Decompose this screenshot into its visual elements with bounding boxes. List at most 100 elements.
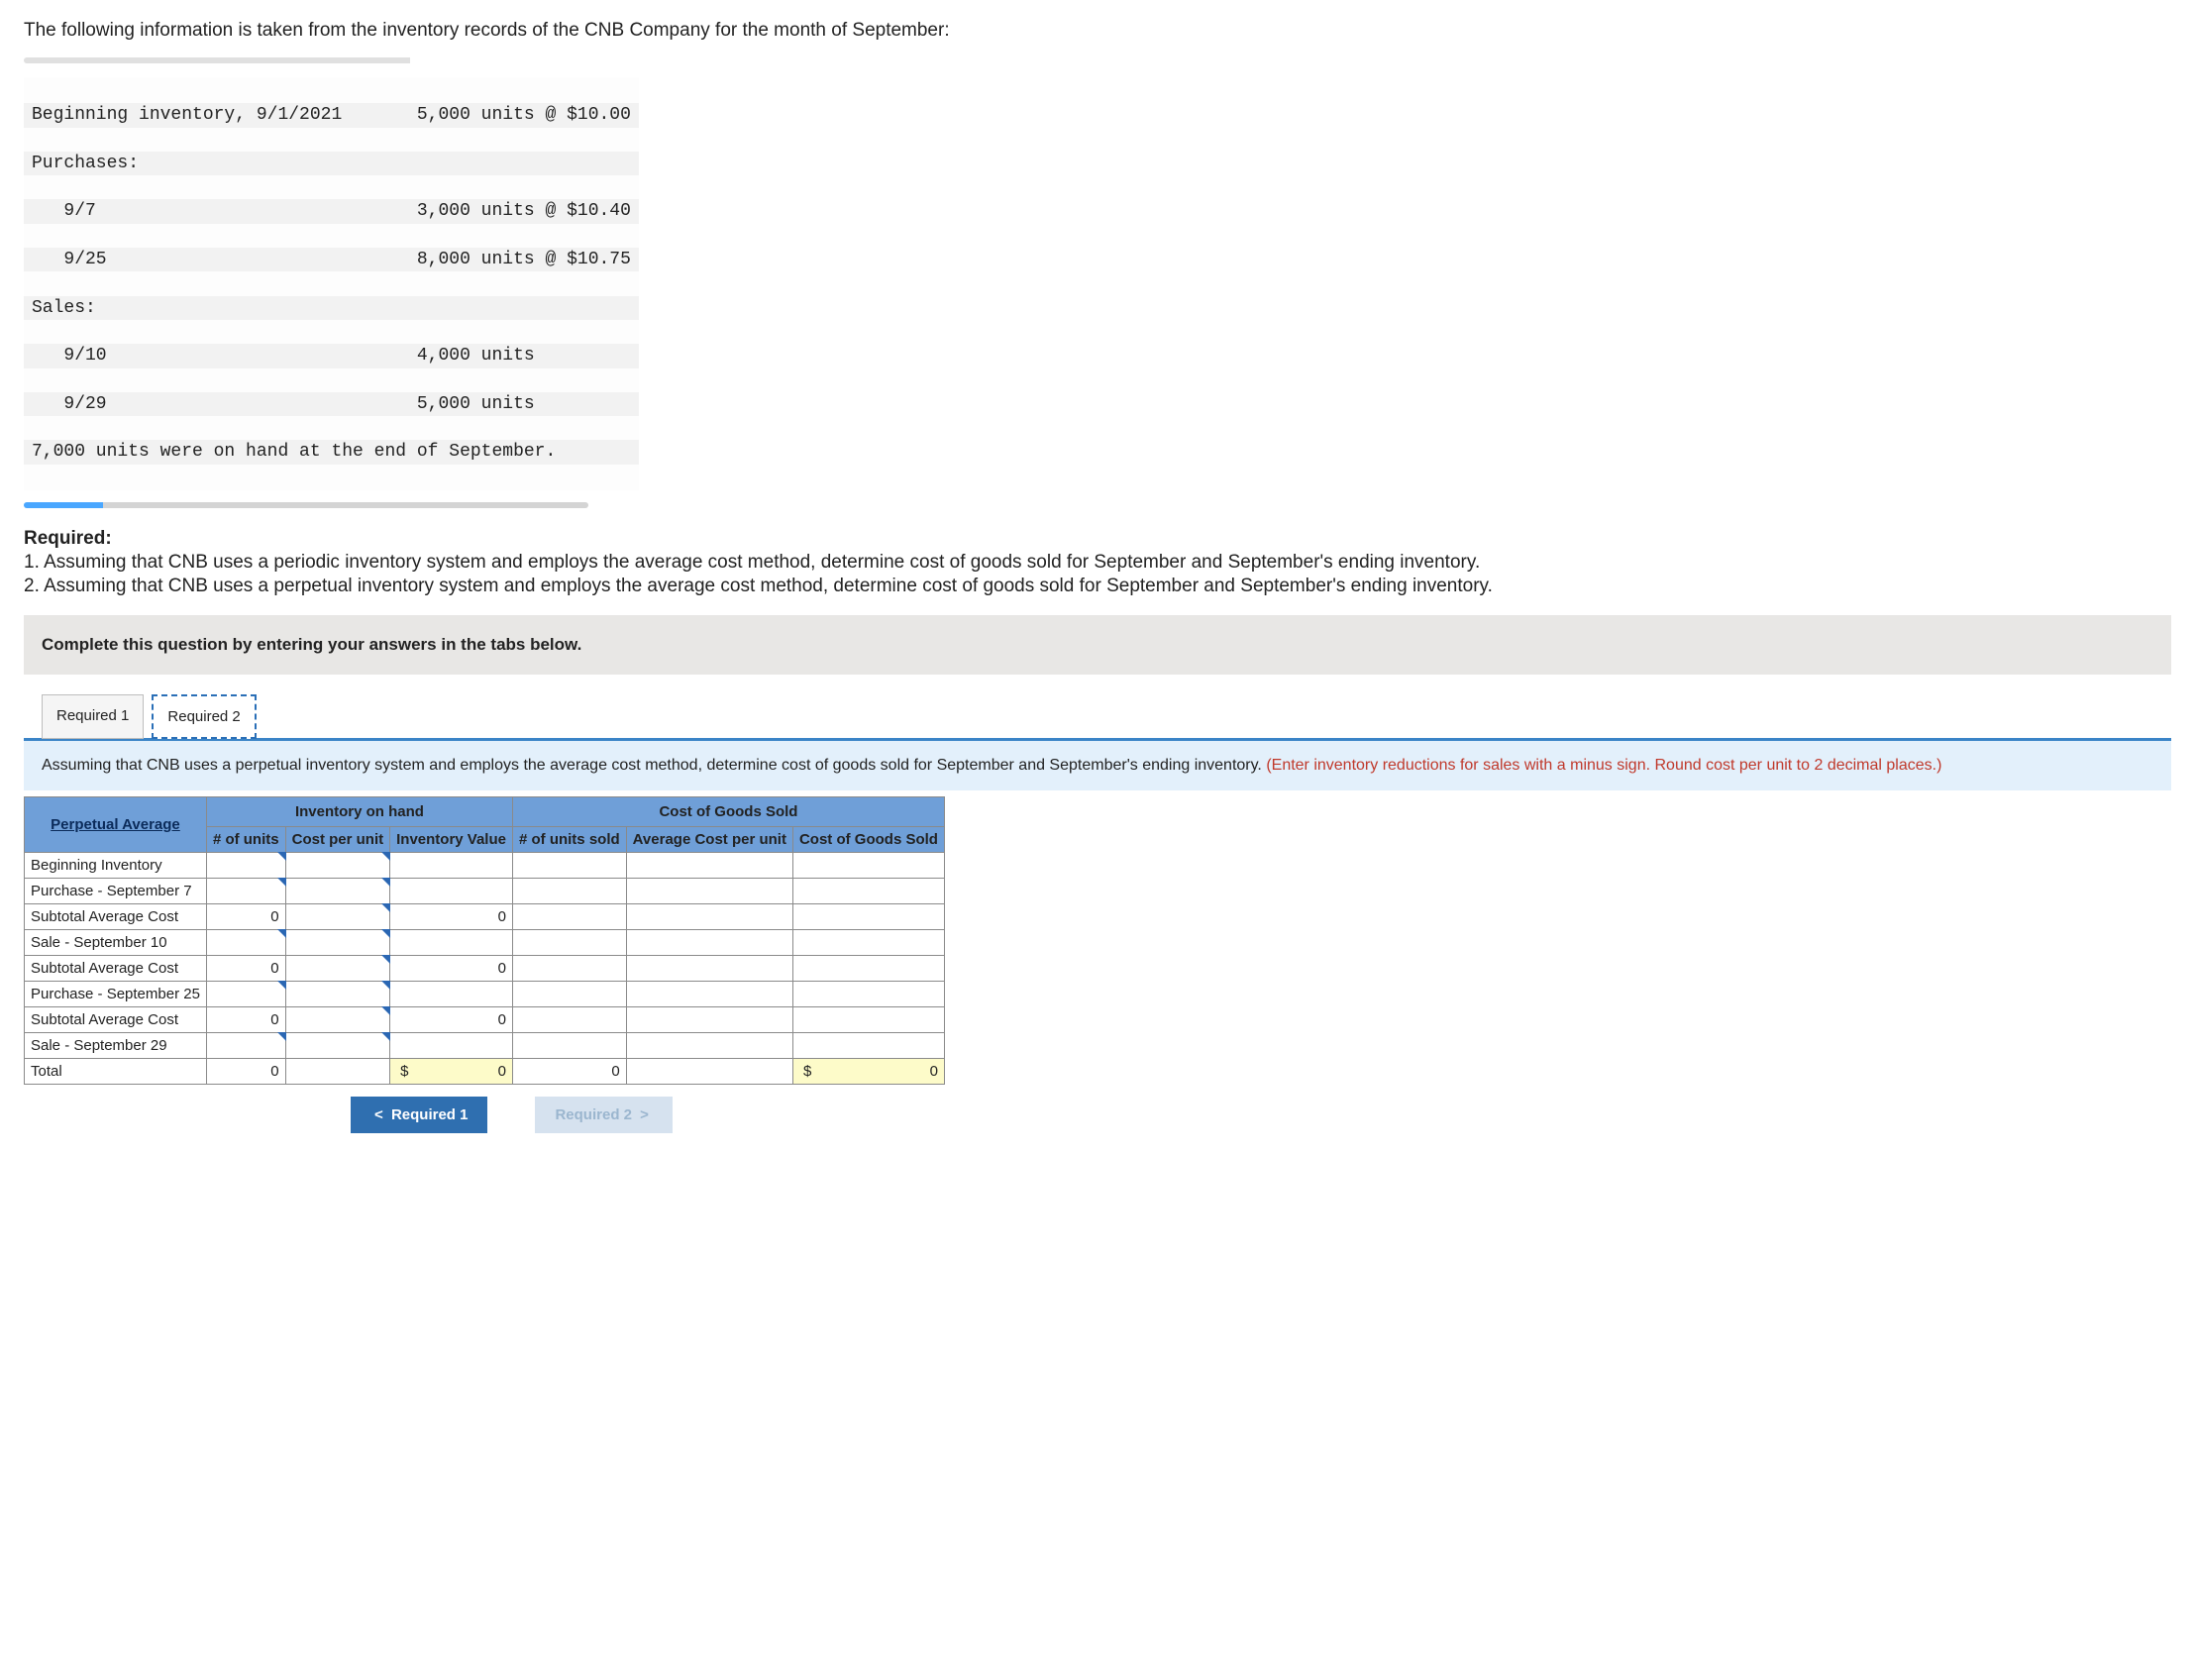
next-required-button[interactable]: Required 2 >: [535, 1097, 672, 1133]
cogs-cell: [792, 853, 944, 879]
inventory-value-cell: [390, 930, 513, 956]
cost-per-unit-total: [285, 1059, 390, 1085]
cost-per-unit-input[interactable]: [285, 879, 390, 904]
cost-per-unit-input[interactable]: [285, 1007, 390, 1033]
cogs-cell: [792, 982, 944, 1007]
inventory-value-total: $0: [390, 1059, 513, 1085]
units-sold-cell: [512, 904, 626, 930]
cogs-cell: [792, 879, 944, 904]
cost-per-unit-input[interactable]: [285, 904, 390, 930]
cogs-total: $0: [792, 1059, 944, 1085]
col-header-inventory-value: Inventory Value: [390, 827, 513, 853]
row-label: Subtotal Average Cost: [25, 956, 207, 982]
avg-cpu-total: [626, 1059, 792, 1085]
units-sold-total: 0: [512, 1059, 626, 1085]
mono-line: 9/29 5,000 units: [24, 392, 639, 416]
col-header-units-sold: # of units sold: [512, 827, 626, 853]
row-label: Beginning Inventory: [25, 853, 207, 879]
avg-cpu-cell: [626, 956, 792, 982]
required-block: Required: 1. Assuming that CNB uses a pe…: [24, 528, 2171, 597]
inventory-value-cell: [390, 879, 513, 904]
avg-cpu-cell: [626, 904, 792, 930]
units-input[interactable]: [206, 982, 285, 1007]
dollar-sign: $: [396, 1063, 408, 1080]
units-sold-cell: [512, 930, 626, 956]
col-header-cost-per-unit: Cost per unit: [285, 827, 390, 853]
units-input[interactable]: [206, 853, 285, 879]
units-subtotal: 0: [206, 904, 285, 930]
cost-per-unit-input[interactable]: [285, 1033, 390, 1059]
code-scrollbar-bottom[interactable]: [24, 502, 588, 508]
avg-cpu-cell: [626, 879, 792, 904]
required-heading: Required:: [24, 528, 112, 549]
group-header-cogs: Cost of Goods Sold: [512, 797, 944, 827]
inventory-value-subtotal: 0: [390, 904, 513, 930]
cogs-cell: [792, 904, 944, 930]
row-label: Subtotal Average Cost: [25, 1007, 207, 1033]
row-label: Sale - September 10: [25, 930, 207, 956]
units-sold-cell: [512, 1033, 626, 1059]
tab-panel-required-2: Assuming that CNB uses a perpetual inven…: [24, 738, 2171, 790]
units-sold-cell: [512, 982, 626, 1007]
inventory-value-subtotal: 0: [390, 956, 513, 982]
tab-required-1[interactable]: Required 1: [42, 694, 144, 739]
next-label: Required 2: [555, 1106, 632, 1123]
avg-cpu-cell: [626, 930, 792, 956]
units-subtotal: 0: [206, 956, 285, 982]
table-corner: Perpetual Average: [25, 797, 207, 853]
avg-cpu-cell: [626, 853, 792, 879]
units-sold-cell: [512, 879, 626, 904]
units-input[interactable]: [206, 879, 285, 904]
prev-label: Required 1: [391, 1106, 469, 1123]
units-total: 0: [206, 1059, 285, 1085]
chevron-left-icon: <: [370, 1106, 387, 1123]
perpetual-average-table: Perpetual Average Inventory on hand Cost…: [24, 796, 945, 1085]
col-header-cost-of-goods-sold: Cost of Goods Sold: [792, 827, 944, 853]
mono-line: Purchases:: [24, 152, 639, 175]
cost-per-unit-input[interactable]: [285, 930, 390, 956]
avg-cpu-cell: [626, 1033, 792, 1059]
tab-required-2[interactable]: Required 2: [152, 694, 256, 739]
instruction-bar: Complete this question by entering your …: [24, 615, 2171, 675]
inventory-value-cell: [390, 982, 513, 1007]
inventory-data-block: Beginning inventory, 9/1/2021 5,000 unit…: [24, 77, 639, 490]
panel-text: Assuming that CNB uses a perpetual inven…: [42, 757, 1266, 774]
cogs-cell: [792, 1033, 944, 1059]
mono-line: Beginning inventory, 9/1/2021 5,000 unit…: [24, 103, 639, 127]
cogs-cell: [792, 1007, 944, 1033]
tab-bar: Required 1 Required 2: [24, 675, 2171, 739]
row-label: Total: [25, 1059, 207, 1085]
nav-buttons: < Required 1 Required 2 >: [24, 1097, 2171, 1133]
mono-line: 9/7 3,000 units @ $10.40: [24, 199, 639, 223]
units-input[interactable]: [206, 1033, 285, 1059]
units-sold-cell: [512, 1007, 626, 1033]
perpetual-average-link[interactable]: Perpetual Average: [51, 816, 180, 833]
units-input[interactable]: [206, 930, 285, 956]
prev-required-button[interactable]: < Required 1: [351, 1097, 487, 1133]
chevron-right-icon: >: [636, 1106, 653, 1123]
mono-line: 7,000 units were on hand at the end of S…: [24, 440, 639, 464]
row-label: Sale - September 29: [25, 1033, 207, 1059]
cost-per-unit-input[interactable]: [285, 956, 390, 982]
inventory-value-cell: [390, 853, 513, 879]
mono-line: 9/25 8,000 units @ $10.75: [24, 248, 639, 271]
intro-text: The following information is taken from …: [24, 20, 2171, 42]
cogs-cell: [792, 956, 944, 982]
avg-cpu-cell: [626, 1007, 792, 1033]
row-label: Subtotal Average Cost: [25, 904, 207, 930]
col-header-avg-cost-per-unit: Average Cost per unit: [626, 827, 792, 853]
panel-hint: (Enter inventory reductions for sales wi…: [1266, 757, 1941, 774]
cost-per-unit-input[interactable]: [285, 982, 390, 1007]
cost-per-unit-input[interactable]: [285, 853, 390, 879]
code-scrollbar-top[interactable]: [24, 57, 588, 63]
inventory-value-subtotal: 0: [390, 1007, 513, 1033]
inventory-value-cell: [390, 1033, 513, 1059]
row-label: Purchase - September 7: [25, 879, 207, 904]
col-header-units: # of units: [206, 827, 285, 853]
required-item-2: 2. Assuming that CNB uses a perpetual in…: [24, 576, 2171, 597]
dollar-sign: $: [799, 1063, 811, 1080]
avg-cpu-cell: [626, 982, 792, 1007]
cogs-cell: [792, 930, 944, 956]
units-subtotal: 0: [206, 1007, 285, 1033]
required-item-1: 1. Assuming that CNB uses a periodic inv…: [24, 552, 2171, 574]
